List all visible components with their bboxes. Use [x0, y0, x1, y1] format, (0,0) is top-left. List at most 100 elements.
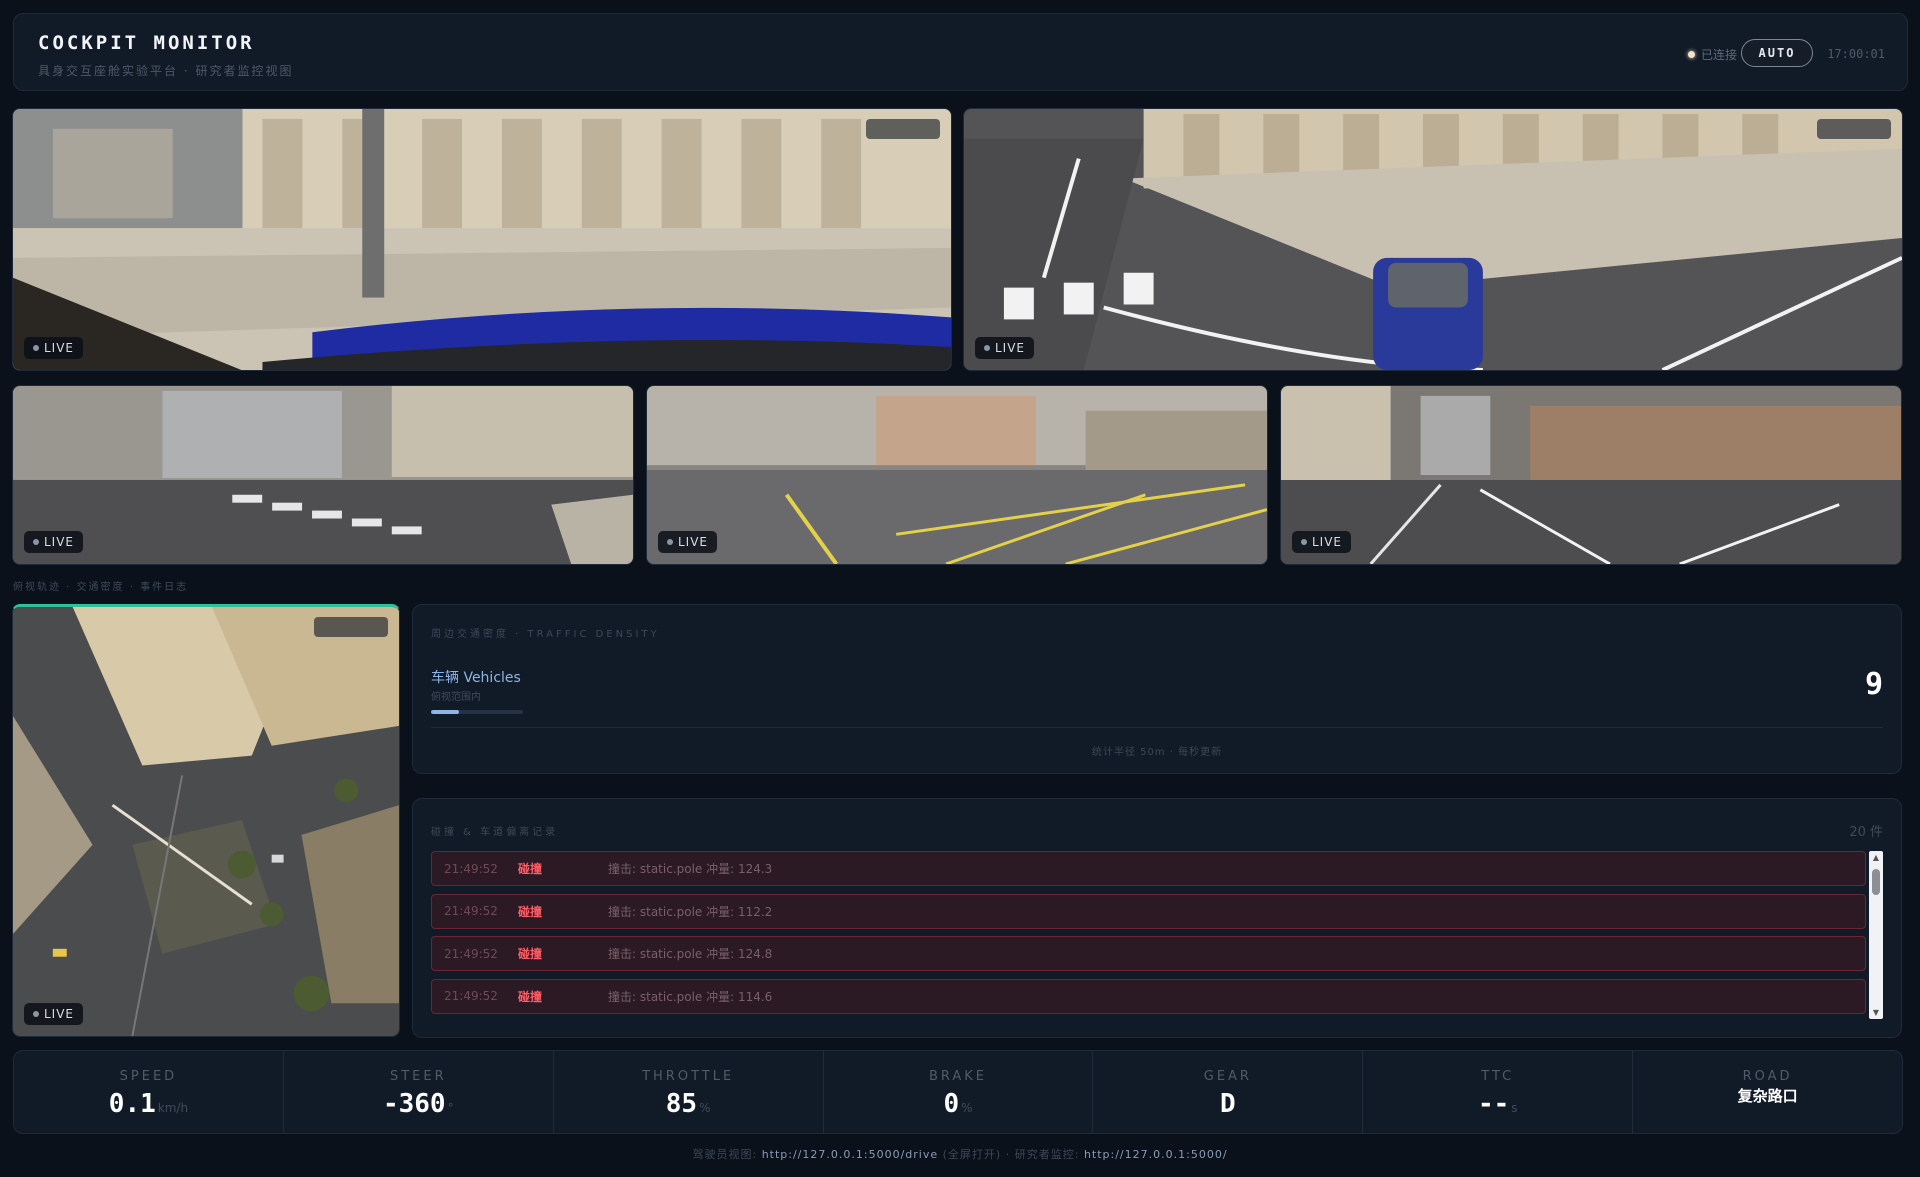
driver-view-link[interactable]: http://127.0.0.1:5000/drive: [762, 1148, 938, 1161]
live-dot-icon: [667, 539, 673, 545]
event-log-list[interactable]: 21:49:52 碰撞 撞击: static.pole 冲量: 124.3 21…: [431, 851, 1866, 1021]
live-badge: LIVE: [975, 337, 1035, 359]
event-time: 21:49:52: [444, 946, 498, 961]
telemetry-bar: SPEED 0.1 km/h STEER -360 ° THROTTLE 85% B…: [13, 1050, 1903, 1134]
section-breadcrumb: 俯视轨迹 · 交通密度 · 事件日志: [13, 582, 189, 593]
camera-chase-view: LIVE: [963, 108, 1903, 371]
camera-front-image: [13, 109, 951, 370]
vehicles-count: 9: [1864, 667, 1883, 702]
brake-label: BRAKE: [928, 1069, 988, 1084]
live-dot-icon: [984, 345, 990, 351]
steer-value: -360: [382, 1089, 446, 1119]
brake-unit: %: [961, 1101, 973, 1115]
event-log-count: 20 件: [1849, 825, 1883, 840]
driver-view-note: (全屏打开): [942, 1148, 1002, 1161]
camera-tag: [314, 617, 388, 637]
event-time: 21:49:52: [444, 989, 498, 1003]
throttle-value: 85: [665, 1089, 698, 1119]
divider: [431, 727, 1883, 728]
live-badge: LIVE: [24, 337, 84, 359]
status-dot-icon: [1687, 51, 1695, 58]
event-message: 撞击: static.pole 冲量: 124.8: [608, 947, 773, 961]
vehicles-density-bar-fill: [431, 710, 459, 714]
footer-links: 驾驶员视图: http://127.0.0.1:5000/drive (全屏打开…: [0, 1146, 1920, 1162]
camera-left-image: [13, 386, 633, 564]
ttc-label: TTC: [1481, 1069, 1515, 1084]
event-type: 碰撞: [518, 904, 543, 919]
vehicles-sublabel: 俯视范围内: [431, 692, 481, 703]
event-type: 碰撞: [518, 862, 543, 876]
camera-front-view: LIVE: [12, 108, 952, 371]
app-title: COCKPIT MONITOR: [38, 32, 255, 54]
scroll-up-icon[interactable]: ▲: [1869, 853, 1883, 862]
ttc-unit: s: [1511, 1101, 1518, 1115]
camera-tag: [866, 119, 940, 139]
telemetry-speed: SPEED 0.1 km/h: [14, 1051, 284, 1133]
live-label: LIVE: [44, 535, 75, 549]
event-log-heading: 碰撞 & 车道偏离记录: [431, 827, 559, 838]
throttle-label: THROTTLE: [642, 1069, 735, 1084]
road-label: ROAD: [1742, 1069, 1793, 1084]
live-badge: LIVE: [1292, 531, 1352, 553]
topdown-map-view: LIVE: [12, 604, 400, 1037]
vehicles-label: 车辆 Vehicles: [431, 670, 521, 686]
live-label: LIVE: [44, 341, 75, 355]
event-log-row[interactable]: 21:49:52 碰撞 撞击: static.pole 冲量: 124.8: [431, 936, 1866, 971]
camera-left-view: LIVE: [12, 385, 634, 565]
event-message: 撞击: static.pole 冲量: 124.3: [608, 862, 773, 876]
driver-view-label: 驾驶员视图:: [692, 1148, 758, 1161]
telemetry-road: ROAD 复杂路口: [1633, 1051, 1902, 1133]
connection-status: 已连接: [1687, 46, 1737, 63]
traffic-density-panel: 周边交通密度 · TRAFFIC DENSITY 车辆 Vehicles 俯视范…: [412, 604, 1902, 774]
speed-unit: km/h: [157, 1101, 189, 1115]
connection-status-label: 已连接: [1700, 48, 1737, 62]
live-dot-icon: [1301, 539, 1307, 545]
event-log-panel: 碰撞 & 车道偏离记录 20 件 21:49:52 碰撞 撞击: static.…: [412, 798, 1902, 1038]
telemetry-brake: BRAKE 0%: [824, 1051, 1094, 1133]
topdown-map-image: [13, 607, 399, 1036]
speed-label: SPEED: [119, 1069, 178, 1084]
camera-right-view: LIVE: [1280, 385, 1902, 565]
header-bar: COCKPIT MONITOR 具身交互座舱实验平台 · 研究者监控视图 已连接…: [13, 13, 1908, 91]
app-subtitle: 具身交互座舱实验平台 · 研究者监控视图: [38, 64, 294, 78]
camera-chase-image: [964, 109, 1902, 370]
live-badge: LIVE: [24, 1003, 84, 1025]
event-log-row[interactable]: 21:49:52 碰撞 撞击: static.pole 冲量: 112.2: [431, 893, 1866, 929]
live-dot-icon: [33, 1011, 39, 1017]
event-log-row[interactable]: 21:49:52 碰撞 撞击: static.pole 冲量: 114.6: [431, 978, 1866, 1014]
live-dot-icon: [33, 539, 39, 545]
event-type: 碰撞: [518, 989, 543, 1004]
vehicles-density-bar: [431, 710, 523, 714]
event-time: 21:49:52: [444, 861, 498, 876]
footer-separator: ·: [1005, 1148, 1011, 1161]
throttle-unit: %: [699, 1101, 711, 1115]
live-label: LIVE: [44, 1007, 75, 1021]
event-log-scrollbar[interactable]: ▲ ▼: [1869, 851, 1883, 1019]
researcher-view-link[interactable]: http://127.0.0.1:5000/: [1084, 1148, 1228, 1161]
telemetry-ttc: TTC -- s: [1363, 1051, 1634, 1133]
speed-value: 0.1: [108, 1089, 156, 1119]
live-label: LIVE: [1312, 535, 1343, 549]
auto-mode-button[interactable]: AUTO: [1741, 39, 1813, 67]
road-value: 复杂路口: [1737, 1087, 1798, 1105]
scrollbar-thumb[interactable]: [1872, 869, 1880, 895]
telemetry-steer: STEER -360 °: [284, 1051, 554, 1133]
camera-right-image: [1281, 386, 1901, 564]
ttc-value: --: [1477, 1089, 1510, 1119]
steer-label: STEER: [389, 1069, 447, 1084]
event-log-row[interactable]: 21:49:52 碰撞 撞击: static.pole 冲量: 124.3: [431, 851, 1866, 886]
researcher-view-label: 研究者监控:: [1014, 1148, 1080, 1161]
camera-center-image: [647, 386, 1267, 564]
telemetry-throttle: THROTTLE 85%: [554, 1051, 824, 1133]
scroll-down-icon[interactable]: ▼: [1869, 1008, 1883, 1017]
live-badge: LIVE: [658, 531, 718, 553]
event-type: 碰撞: [518, 947, 543, 961]
live-label: LIVE: [995, 341, 1026, 355]
traffic-density-footer: 统计半径 50m · 每秒更新: [1091, 747, 1223, 758]
telemetry-gear: GEAR D: [1093, 1051, 1364, 1133]
event-message: 撞击: static.pole 冲量: 114.6: [608, 989, 773, 1004]
live-label: LIVE: [678, 535, 709, 549]
camera-center-view: LIVE: [646, 385, 1268, 565]
gear-label: GEAR: [1203, 1069, 1252, 1084]
gear-value: D: [1220, 1089, 1236, 1119]
